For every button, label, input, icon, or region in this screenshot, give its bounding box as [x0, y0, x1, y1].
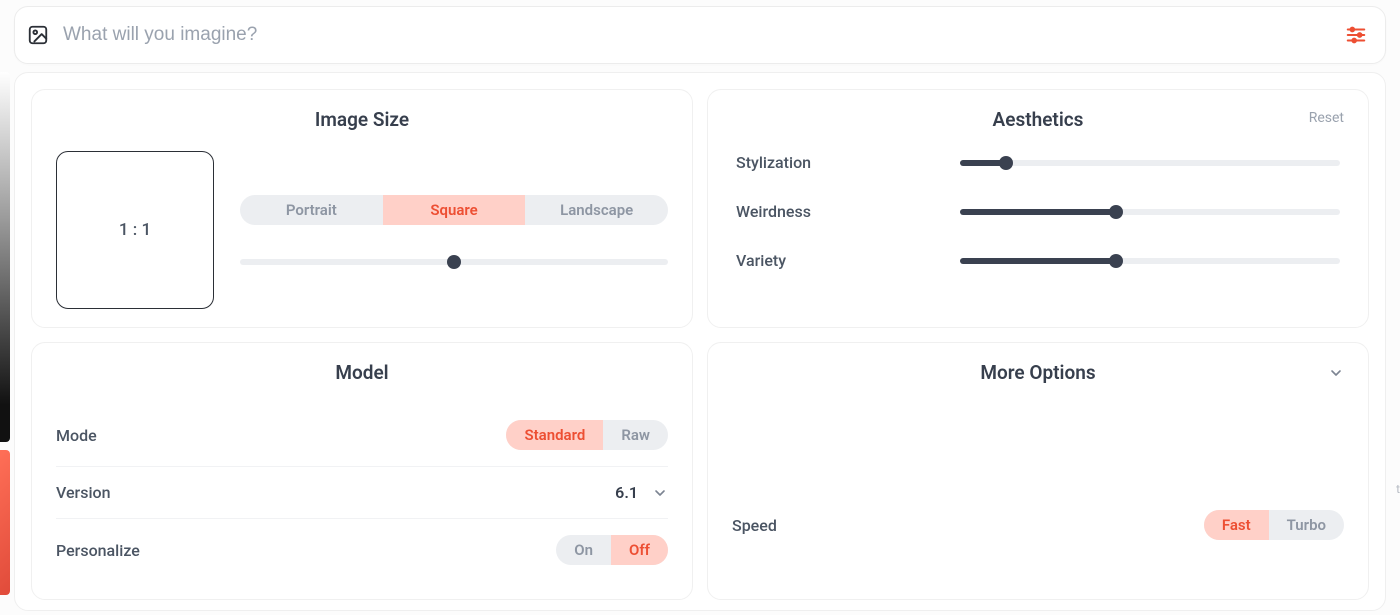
card-title: Image Size: [56, 108, 668, 131]
more-options-card: More Options Speed Fast Turbo: [707, 342, 1369, 600]
prompt-input[interactable]: [63, 24, 1345, 46]
chevron-down-icon[interactable]: [1328, 365, 1344, 381]
orientation-option-square[interactable]: Square: [383, 195, 526, 225]
gallery-thumb[interactable]: [0, 450, 10, 595]
aspect-ratio-label: 1 : 1: [119, 220, 151, 240]
chevron-down-icon: [652, 485, 668, 501]
personalize-option-on[interactable]: On: [556, 535, 611, 565]
orientation-option-portrait[interactable]: Portrait: [240, 195, 383, 225]
image-icon: [27, 24, 49, 46]
aspect-ratio-preview: 1 : 1: [56, 151, 214, 309]
slider-label: Variety: [736, 251, 936, 270]
row-label: Personalize: [56, 541, 140, 560]
speed-option-turbo[interactable]: Turbo: [1269, 510, 1344, 540]
image-size-card: Image Size 1 : 1 Portrait Square Landsca…: [31, 89, 693, 328]
orientation-segmented: Portrait Square Landscape: [240, 195, 668, 225]
aspect-ratio-slider[interactable]: [240, 259, 668, 265]
row-label: Mode: [56, 426, 97, 445]
weirdness-slider[interactable]: [960, 209, 1340, 215]
personalize-segmented: On Off: [556, 535, 668, 565]
slider-label: Stylization: [736, 153, 936, 172]
orientation-option-landscape[interactable]: Landscape: [525, 195, 668, 225]
settings-panel: Image Size 1 : 1 Portrait Square Landsca…: [14, 72, 1386, 611]
cropped-text: t: [1396, 482, 1400, 496]
card-title: Model: [56, 361, 668, 384]
sliders-icon[interactable]: [1345, 24, 1367, 46]
stylization-slider[interactable]: [960, 160, 1340, 166]
stylization-row: Stylization: [736, 153, 1340, 172]
version-select[interactable]: 6.1: [615, 483, 668, 502]
card-title: Aesthetics: [993, 108, 1084, 131]
version-row: Version 6.1: [56, 467, 668, 519]
mode-segmented: Standard Raw: [506, 420, 668, 450]
speed-option-fast[interactable]: Fast: [1204, 510, 1269, 540]
gallery-thumb[interactable]: [0, 72, 10, 442]
model-card: Model Mode Standard Raw Version 6.1: [31, 342, 693, 600]
card-title: More Options: [980, 361, 1095, 384]
version-value: 6.1: [615, 483, 638, 502]
reset-button[interactable]: Reset: [1309, 110, 1344, 126]
aesthetics-card: Aesthetics Reset Stylization Weirdness: [707, 89, 1369, 328]
weirdness-row: Weirdness: [736, 202, 1340, 221]
right-gallery-strip: t: [1386, 72, 1400, 611]
left-gallery-strip: [0, 72, 14, 611]
variety-row: Variety: [736, 251, 1340, 270]
row-label: Version: [56, 483, 111, 502]
speed-segmented: Fast Turbo: [1204, 510, 1344, 540]
mode-option-standard[interactable]: Standard: [506, 420, 603, 450]
prompt-bar: [14, 6, 1386, 64]
personalize-row: Personalize On Off: [56, 519, 668, 581]
row-label: Speed: [732, 516, 777, 535]
variety-slider[interactable]: [960, 258, 1340, 264]
personalize-option-off[interactable]: Off: [611, 535, 668, 565]
mode-row: Mode Standard Raw: [56, 404, 668, 467]
slider-label: Weirdness: [736, 202, 936, 221]
mode-option-raw[interactable]: Raw: [603, 420, 668, 450]
